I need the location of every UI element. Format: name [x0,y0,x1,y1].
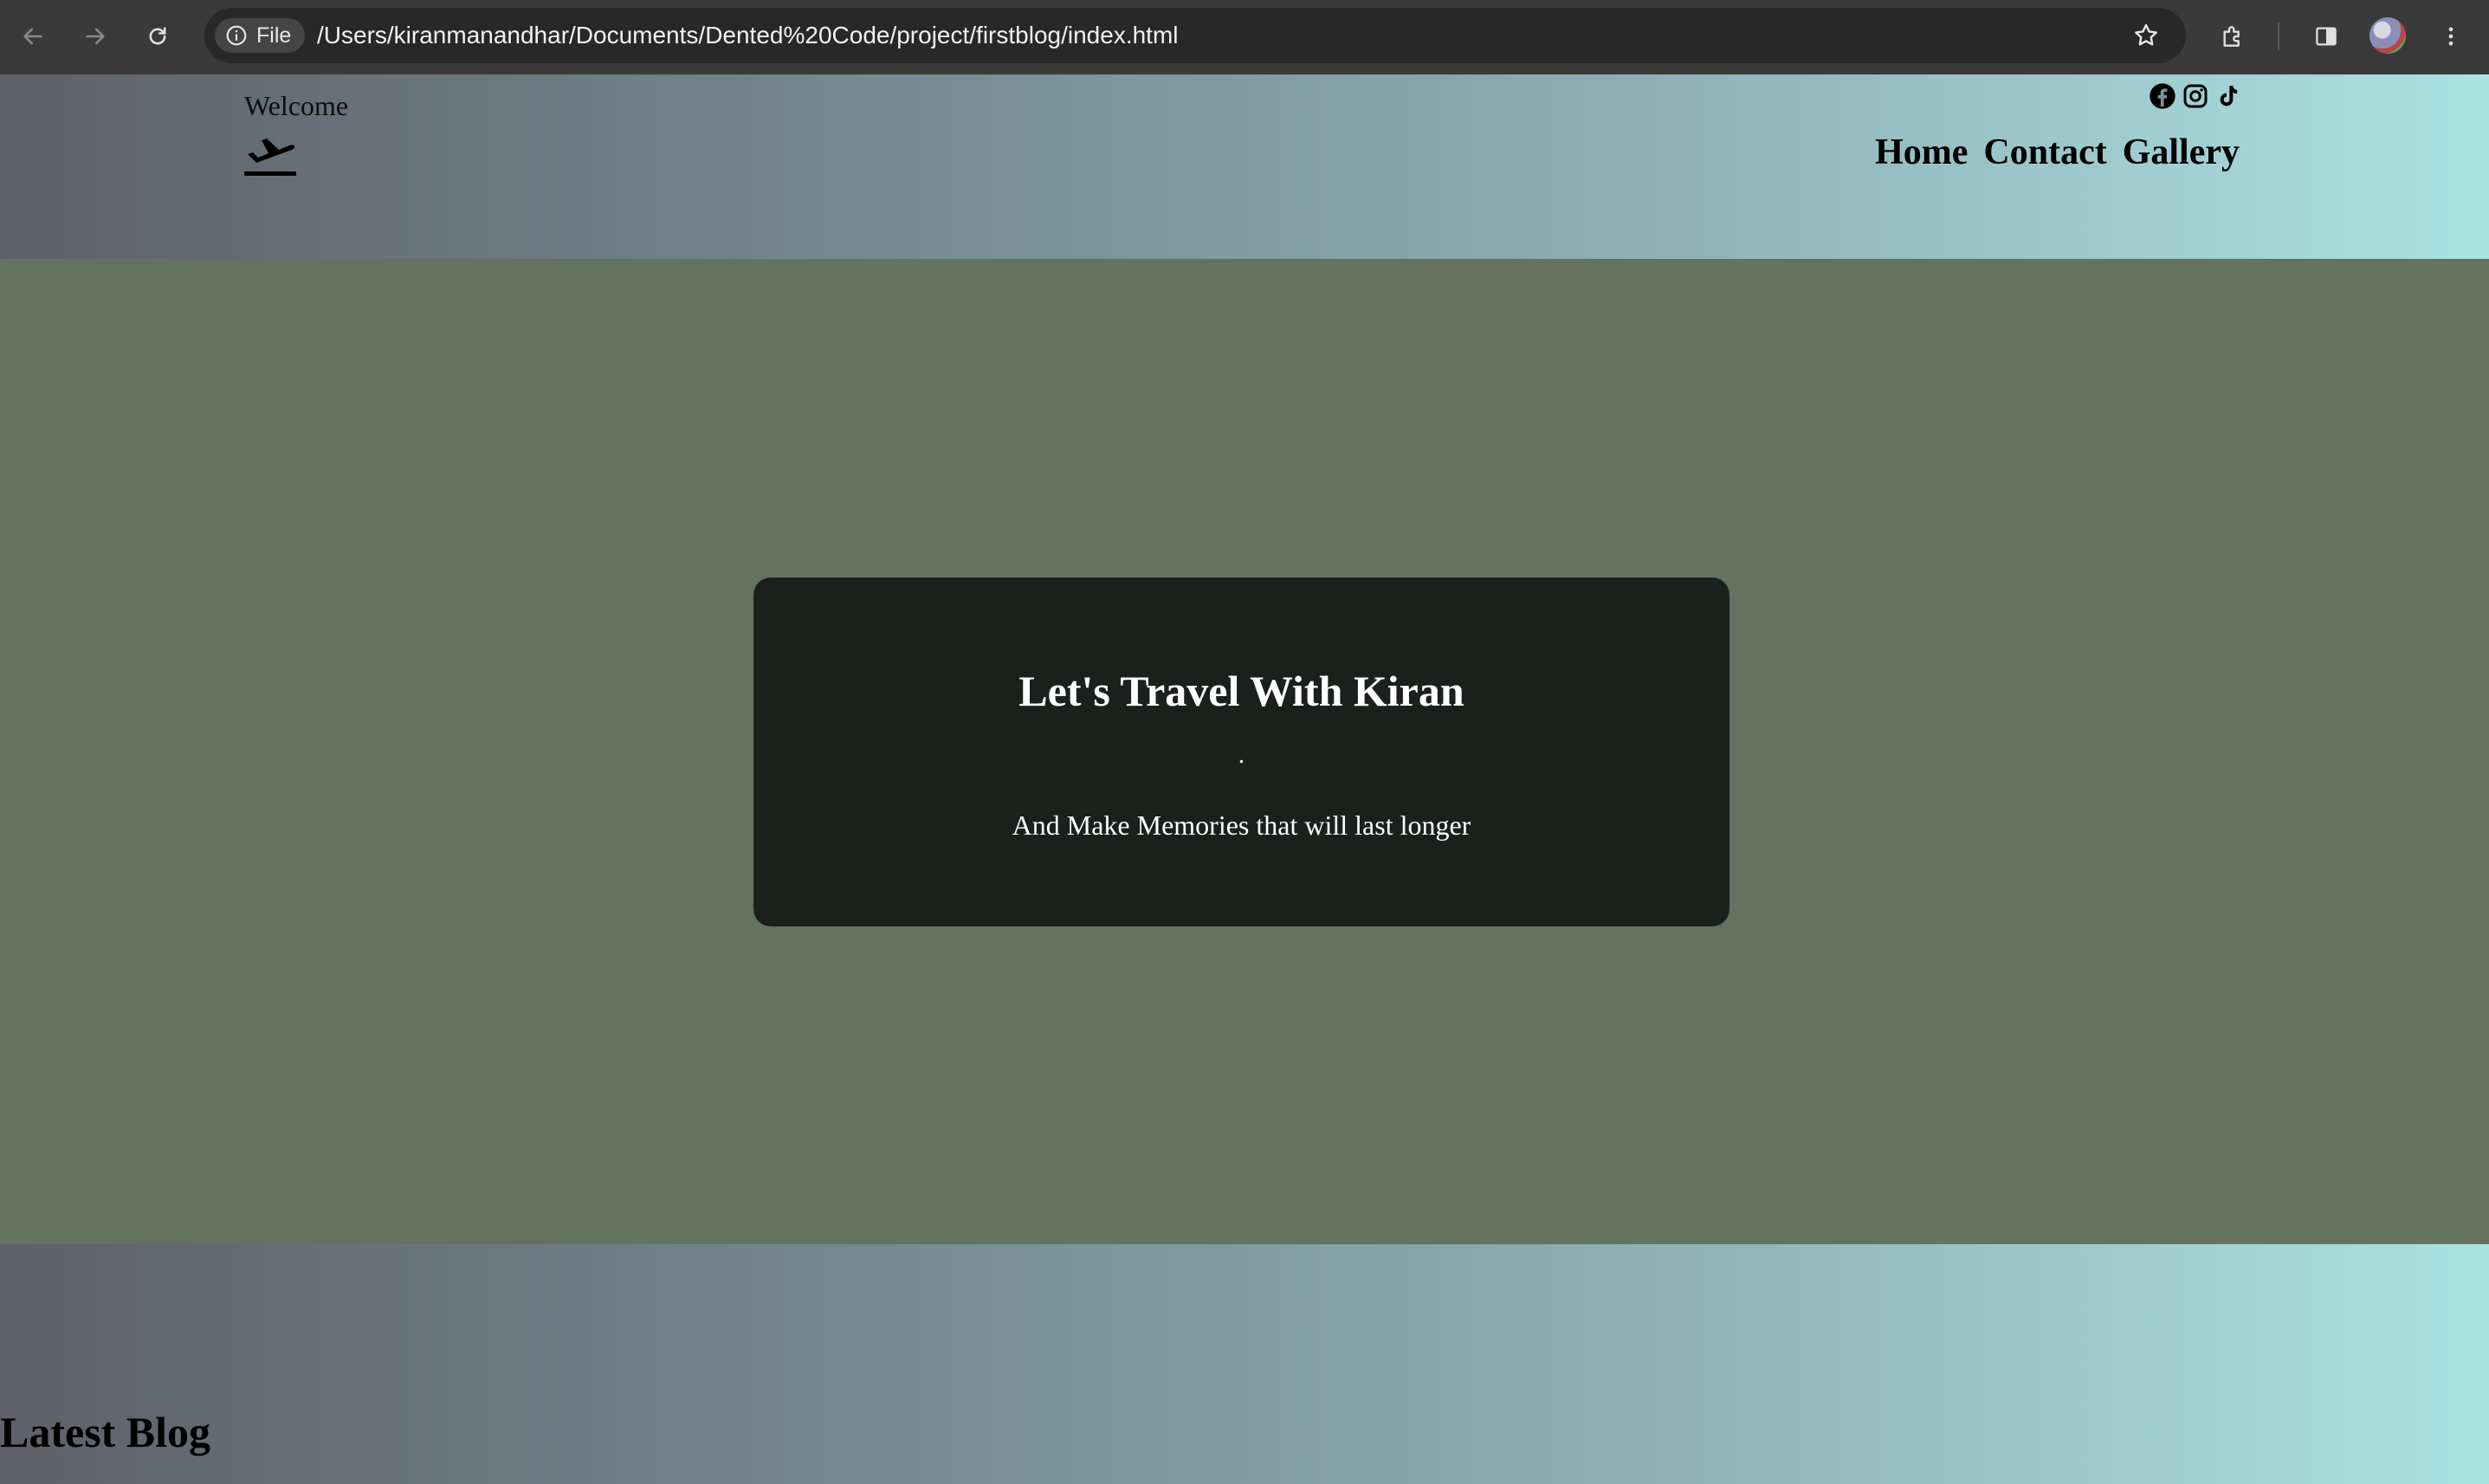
address-bar[interactable]: File /Users/kiranmanandhar/Documents/Den… [204,8,2186,63]
plane-takeoff-logo-icon[interactable] [244,133,296,178]
back-arrow-icon [23,28,42,45]
browser-menu-button[interactable] [2432,17,2470,55]
side-panel-button[interactable] [2307,17,2345,55]
social-links [2148,80,2242,113]
reload-icon [149,27,166,45]
reload-button[interactable] [139,17,177,55]
hero-card: Let's Travel With Kiran . And Make Memor… [753,577,1729,926]
info-icon [226,25,247,46]
forward-arrow-icon [86,28,105,45]
bookmark-star-button[interactable] [2130,20,2162,51]
forward-button[interactable] [76,17,114,55]
tiktok-icon[interactable] [2214,80,2242,113]
facebook-icon[interactable] [2148,80,2176,113]
browser-toolbar: File /Users/kiranmanandhar/Documents/Den… [0,0,2489,74]
hero-dot: . [1238,740,1245,769]
extensions-button[interactable] [2214,17,2252,55]
nav-home[interactable]: Home [1875,132,1968,173]
hero-subtitle: And Make Memories that will last longer [1012,810,1471,841]
url-text[interactable]: /Users/kiranmanandhar/Documents/Dented%2… [317,8,1179,63]
welcome-text: Welcome [244,90,349,121]
site-header: Welcome Home Contact Gallery [0,74,2489,259]
nav-contact[interactable]: Contact [1983,132,2106,173]
puzzle-icon [2223,26,2240,47]
file-chip-label: File [256,23,292,48]
blog-section: Latest Blog [0,1244,2489,1484]
hero-section: Let's Travel With Kiran . And Make Memor… [0,259,2489,1244]
side-panel-icon [2316,27,2337,46]
latest-blog-heading: Latest Blog [0,1408,211,1456]
profile-avatar[interactable] [2369,17,2406,54]
star-icon [2135,23,2157,46]
instagram-icon[interactable] [2181,80,2209,113]
site-info-chip[interactable]: File [215,18,306,53]
more-vertical-icon [2448,27,2453,46]
nav-gallery[interactable]: Gallery [2123,132,2240,173]
back-button[interactable] [14,17,52,55]
toolbar-divider [2278,23,2279,50]
main-nav: Home Contact Gallery [1875,132,2240,173]
hero-title: Let's Travel With Kiran [1018,667,1464,715]
